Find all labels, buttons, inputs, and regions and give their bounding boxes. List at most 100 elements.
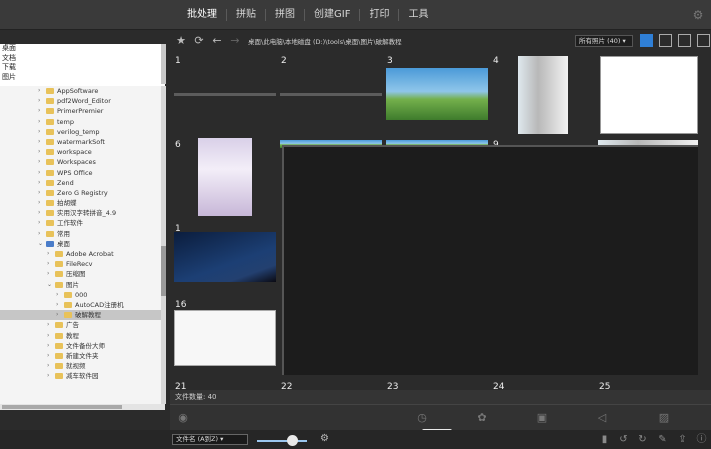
tree-item[interactable]: › Adobe Acrobat (0, 249, 165, 259)
tree-collapsed-chevron-icon[interactable]: › (47, 269, 49, 279)
back-icon[interactable]: ← (210, 34, 224, 48)
fullscreen-view-icon[interactable] (697, 34, 710, 47)
edit-icon[interactable]: ✎ (656, 433, 669, 446)
rotate-left-icon[interactable]: ↺ (617, 433, 630, 446)
info-icon[interactable]: ⓘ (695, 433, 708, 446)
tree-item[interactable]: › 实用汉字转拼音_4.9 (0, 208, 165, 218)
menu-tools[interactable]: 工具 (399, 9, 437, 21)
tree-item[interactable]: › 就视频 (0, 361, 165, 371)
thumbnail-settings-gear-icon[interactable]: ⚙ (320, 433, 329, 444)
tree-item[interactable]: › 广告 (0, 320, 165, 330)
tree-item[interactable]: › 000 (0, 290, 165, 300)
rotate-right-icon[interactable]: ↻ (636, 433, 649, 446)
sort-select[interactable]: 文件名 (A到Z) ▾ (172, 434, 248, 445)
quick-access-downloads[interactable]: 下载 (2, 63, 165, 73)
tree-collapsed-chevron-icon[interactable]: › (38, 137, 40, 147)
tree-collapsed-chevron-icon[interactable]: › (38, 157, 40, 167)
tree-collapsed-chevron-icon[interactable]: › (56, 290, 58, 300)
tree-collapsed-chevron-icon[interactable]: › (47, 331, 49, 341)
tree-item[interactable]: › Zero G Registry (0, 188, 165, 198)
star-icon[interactable]: ★ (174, 34, 188, 48)
menu-batch[interactable]: 批处理 (178, 9, 227, 21)
tree-collapsed-chevron-icon[interactable]: › (38, 229, 40, 239)
tree-collapsed-chevron-icon[interactable]: › (47, 371, 49, 381)
tree-item[interactable]: › 减车软件园 (0, 371, 165, 381)
tree-collapsed-chevron-icon[interactable]: › (38, 168, 40, 178)
tree-collapsed-chevron-icon[interactable]: › (47, 341, 49, 351)
tree-expanded-chevron-icon[interactable]: ⌄ (47, 280, 52, 290)
menu-create-gif[interactable]: 创建GIF (305, 9, 361, 21)
tree-item[interactable]: › verilog_temp (0, 127, 165, 137)
crop-icon[interactable]: ▣ (535, 411, 549, 425)
tree-item[interactable]: › Zend (0, 178, 165, 188)
tree-item[interactable]: › workspace (0, 147, 165, 157)
menu-collage[interactable]: 拼贴 (227, 9, 266, 21)
thumbnail-cell[interactable]: 23 (382, 378, 488, 390)
tree-item[interactable]: › 拍胡蝶 (0, 198, 165, 208)
tree-item[interactable]: › FileRecv (0, 259, 165, 269)
quick-access-documents[interactable]: 文档 (2, 54, 165, 64)
detail-view-icon[interactable] (678, 34, 691, 47)
tree-collapsed-chevron-icon[interactable]: › (38, 218, 40, 228)
camera-icon[interactable]: ◉ (176, 411, 190, 425)
thumbnail-cell[interactable]: 2 (276, 52, 382, 136)
quick-access-scrollbar[interactable] (161, 44, 166, 84)
tree-collapsed-chevron-icon[interactable]: › (47, 249, 49, 259)
tree-item[interactable]: › 文件备份大师 (0, 341, 165, 351)
folder-tree-scroll-thumb[interactable] (161, 246, 166, 296)
tree-collapsed-chevron-icon[interactable]: › (47, 361, 49, 371)
thumbnail-cell[interactable]: 4 (488, 52, 594, 136)
tree-item[interactable]: › 压缩图 (0, 269, 165, 279)
thumbnail-cell[interactable]: 16 (170, 296, 276, 380)
list-view-icon[interactable] (659, 34, 672, 47)
quick-access-desktop[interactable]: 桌面 (2, 44, 165, 54)
tree-collapsed-chevron-icon[interactable]: › (38, 178, 40, 188)
thumbnail-cell[interactable] (594, 52, 700, 136)
tree-collapsed-chevron-icon[interactable]: › (47, 351, 49, 361)
photo-filter-select[interactable]: 所有照片 (40) ▾ (575, 35, 633, 47)
share-icon[interactable]: ⇪ (676, 433, 689, 446)
delete-icon[interactable]: ▮ (598, 433, 611, 446)
thumbnail-cell[interactable]: 3 (382, 52, 488, 136)
thumbnail-cell[interactable]: 1 (170, 220, 276, 304)
grid-view-icon[interactable] (640, 34, 653, 47)
tree-collapsed-chevron-icon[interactable]: › (38, 106, 40, 116)
thumbnail-cell[interactable]: 25 (594, 378, 700, 390)
filter-icon[interactable]: ✿ (475, 411, 489, 425)
zoom-slider-knob[interactable] (287, 435, 298, 446)
thumbnail-cell[interactable]: 6 (170, 136, 276, 220)
tree-item[interactable]: ⌄ 桌面 (0, 239, 165, 249)
refresh-icon[interactable]: ⟳ (192, 34, 206, 48)
tree-collapsed-chevron-icon[interactable]: › (38, 147, 40, 157)
tree-collapsed-chevron-icon[interactable]: › (38, 96, 40, 106)
tree-collapsed-chevron-icon[interactable]: › (47, 259, 49, 269)
tree-item[interactable]: ⌄ 图片 (0, 280, 165, 290)
tree-collapsed-chevron-icon[interactable]: › (47, 320, 49, 330)
tree-collapsed-chevron-icon[interactable]: › (56, 300, 58, 310)
tree-collapsed-chevron-icon[interactable]: › (38, 127, 40, 137)
breadcrumb-path[interactable]: 桌面\此电脑\本地磁盘 (D:)\tools\桌面\图片\破解教程 (248, 36, 402, 46)
tree-item[interactable]: › WPS Office (0, 168, 165, 178)
tree-item[interactable]: › Workspaces (0, 157, 165, 167)
edit-image-icon[interactable]: ▨ (657, 411, 671, 425)
folder-tree-scrollbar[interactable] (161, 86, 166, 404)
tree-collapsed-chevron-icon[interactable]: › (56, 310, 58, 320)
zoom-slider[interactable] (257, 440, 307, 442)
thumbnail-cell[interactable]: 21 (170, 378, 276, 390)
tree-item[interactable]: › AutoCAD注册机 (0, 300, 165, 310)
tree-collapsed-chevron-icon[interactable]: › (38, 208, 40, 218)
tree-item[interactable]: › temp (0, 117, 165, 127)
tree-collapsed-chevron-icon[interactable]: › (38, 117, 40, 127)
tree-item[interactable]: › 常用 (0, 229, 165, 239)
menu-stitch[interactable]: 拼图 (266, 9, 305, 21)
tree-item[interactable]: › 教程 (0, 331, 165, 341)
timer-icon[interactable]: ◷ (415, 411, 429, 425)
tree-item[interactable]: › 新建文件夹 (0, 351, 165, 361)
tree-item[interactable]: › 破解教程 (0, 310, 165, 321)
thumbnail-cell[interactable]: 1 (170, 52, 276, 136)
audio-icon[interactable]: ◁ (595, 411, 609, 425)
thumbnail-cell[interactable]: 22 (276, 378, 382, 390)
forward-icon[interactable]: → (228, 34, 242, 48)
settings-gear-icon[interactable]: ⚙ (691, 8, 705, 22)
quick-access-pictures[interactable]: 图片 (2, 73, 165, 83)
